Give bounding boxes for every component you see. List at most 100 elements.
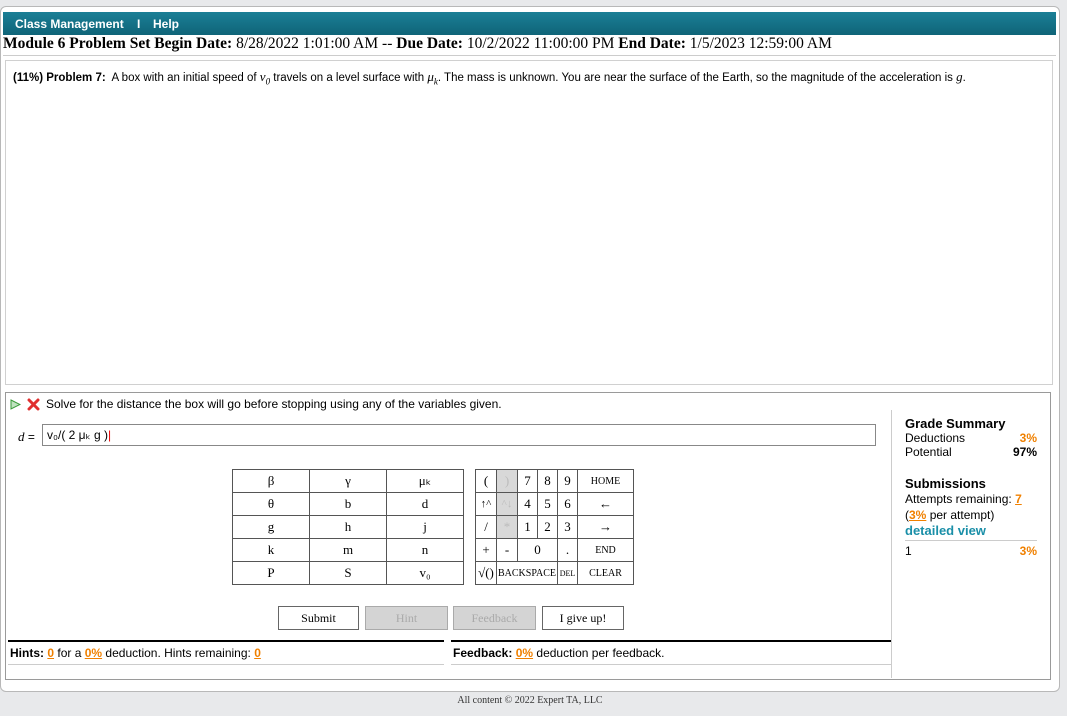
feedback-button: Feedback (453, 606, 536, 630)
key-var-4-2[interactable]: v₀ (386, 561, 464, 585)
module-title: Module 6 Problem Set (3, 35, 151, 52)
attempts-value: 7 (1015, 492, 1022, 506)
key-lparen[interactable]: ( (475, 469, 497, 493)
key-var-3-1[interactable]: m (309, 538, 387, 562)
hints-deduction-text: deduction. Hints remaining: (105, 646, 251, 660)
key-6[interactable]: 6 (557, 492, 578, 516)
begin-date: 8/28/2022 1:01:00 AM (236, 35, 379, 52)
key-9[interactable]: 9 (557, 469, 578, 493)
problem-text-1: A box with an initial speed of (111, 72, 257, 84)
top-menu-bar: Class Management I Help (3, 12, 1056, 35)
key-backspace[interactable]: BACKSPACE (496, 561, 558, 585)
key-var-3-0[interactable]: k (232, 538, 310, 562)
key-8[interactable]: 8 (537, 469, 558, 493)
key-up[interactable]: ↑^ (475, 492, 497, 516)
key-var-4-0[interactable]: P (232, 561, 310, 585)
key-right-arrow[interactable]: → (577, 515, 634, 539)
key-1[interactable]: 1 (517, 515, 538, 539)
key-var-1-1[interactable]: b (309, 492, 387, 516)
key-del[interactable]: DEL (557, 561, 578, 585)
incorrect-x-icon (27, 398, 40, 410)
key-clear[interactable]: CLEAR (577, 561, 634, 585)
key-plus[interactable]: + (475, 538, 497, 562)
part-header: Solve for the distance the box will go b… (10, 397, 502, 411)
problem-text-2: travels on a level surface with (273, 72, 425, 84)
key-4[interactable]: 4 (517, 492, 538, 516)
due-date: 10/2/2022 11:00:00 PM (466, 35, 615, 52)
key-var-0-1[interactable]: γ (309, 469, 387, 493)
key-7[interactable]: 7 (517, 469, 538, 493)
key-var-0-2[interactable]: μₖ (386, 469, 464, 493)
deductions-label: Deductions (905, 431, 966, 445)
key-0[interactable]: 0 (517, 538, 558, 562)
key-var-1-0[interactable]: θ (232, 492, 310, 516)
mu-symbol: μk (427, 69, 438, 87)
problem-text: (11%) Problem 7: A box with an initial s… (13, 69, 966, 87)
attempts-label: Attempts remaining: (905, 492, 1012, 506)
per-attempt-text: per attempt) (929, 508, 995, 522)
deductions-value: 3% (1019, 431, 1037, 445)
footer-copyright: All content © 2022 Expert TA, LLC (457, 695, 603, 706)
problem-statement-box: (11%) Problem 7: A box with an initial s… (5, 60, 1053, 385)
grade-summary: Grade Summary Deductions 3% Potential 97% … (905, 416, 1037, 558)
feedback-panel: Feedback: 0% deduction per feedback. (451, 640, 891, 680)
hint-button: Hint (365, 606, 448, 630)
assignment-dates: Module 6 Problem Set Begin Date: 8/28/20… (3, 35, 1056, 56)
key-var-4-1[interactable]: S (309, 561, 387, 585)
answer-label: d = (18, 429, 35, 444)
give-up-button[interactable]: I give up! (542, 606, 624, 630)
answer-input[interactable]: v₀/( 2 μₖ g )| (42, 424, 876, 446)
submit-button[interactable]: Submit (278, 606, 359, 630)
hints-for-a: for a (57, 646, 82, 660)
key-var-2-2[interactable]: j (386, 515, 464, 539)
detailed-view-link[interactable]: detailed view (905, 523, 1037, 538)
per-attempt-pct: 3% (909, 508, 927, 522)
key-2[interactable]: 2 (537, 515, 558, 539)
variable-keypad: β γ μₖ θ b d g h j k m n P Sv₀ (232, 469, 464, 585)
hints-remaining: 0 (254, 646, 261, 660)
hints-label: Hints: (10, 646, 44, 660)
v0-symbol: v0 (259, 69, 271, 87)
feedback-label: Feedback: (453, 646, 513, 660)
hints-pct: 0% (84, 646, 103, 660)
end-date: 1/5/2023 12:59:00 AM (689, 35, 832, 52)
problem-text-end: . (962, 72, 966, 84)
key-var-1-2[interactable]: d (386, 492, 464, 516)
menu-separator: I (137, 17, 141, 31)
grade-divider (891, 410, 892, 678)
key-minus[interactable]: - (496, 538, 518, 562)
due-label: Due Date: (396, 35, 463, 52)
feedback-text: deduction per feedback. (536, 646, 665, 660)
potential-label: Potential (905, 445, 952, 459)
feedback-pct: 0% (515, 646, 534, 660)
submission-number: 1 (905, 544, 912, 558)
key-dot[interactable]: . (557, 538, 578, 562)
problem-weight: (11%) (13, 72, 44, 84)
hints-panel: Hints: 0 for a 0% deduction. Hints remai… (8, 640, 444, 680)
key-5[interactable]: 5 (537, 492, 558, 516)
submission-pct: 3% (1019, 544, 1037, 558)
dates-separator: -- (382, 35, 393, 52)
menu-class-management[interactable]: Class Management (15, 17, 124, 31)
key-down: ^↓ (496, 492, 518, 516)
begin-label: Begin Date: (154, 35, 233, 52)
problem-label: Problem 7: (46, 72, 106, 84)
key-var-0-0[interactable]: β (232, 469, 310, 493)
key-var-3-2[interactable]: n (386, 538, 464, 562)
operator-keypad: ( ) 7 8 9 HOME ↑^ ^↓ 4 5 6 ← / * 1 2 3 →… (475, 469, 634, 585)
grade-summary-title: Grade Summary (905, 416, 1006, 431)
key-3[interactable]: 3 (557, 515, 578, 539)
play-icon[interactable] (10, 398, 21, 410)
key-left-arrow[interactable]: ← (577, 492, 634, 516)
key-end[interactable]: END (577, 538, 634, 562)
key-rparen: ) (496, 469, 518, 493)
key-slash[interactable]: / (475, 515, 497, 539)
problem-text-3: . The mass is unknown. You are near the … (437, 72, 953, 84)
key-var-2-0[interactable]: g (232, 515, 310, 539)
potential-value: 97% (1012, 445, 1037, 459)
key-home[interactable]: HOME (577, 469, 634, 493)
key-sqrt[interactable]: √() (475, 561, 497, 585)
submissions-title: Submissions (905, 476, 986, 491)
menu-help[interactable]: Help (153, 17, 179, 31)
key-var-2-1[interactable]: h (309, 515, 387, 539)
